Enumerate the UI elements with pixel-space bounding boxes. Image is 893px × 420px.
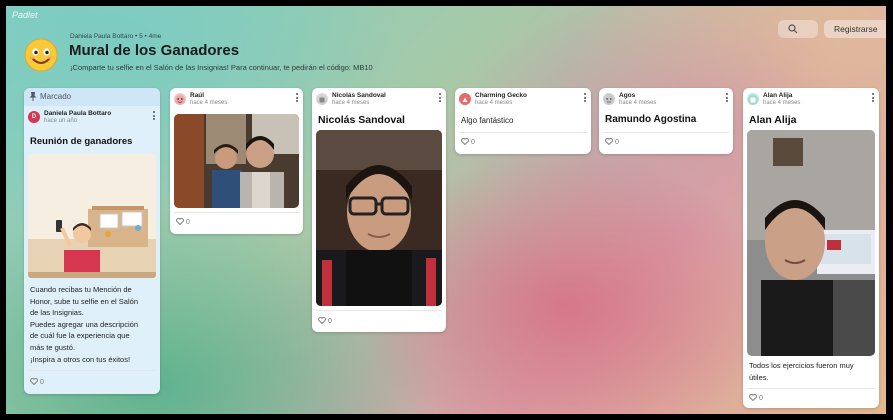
heart-icon bbox=[749, 393, 757, 402]
like-count: 0 bbox=[470, 139, 475, 146]
post-header: Alan Alija hace 4 meses bbox=[747, 92, 875, 110]
avatar bbox=[174, 93, 186, 105]
divider bbox=[174, 212, 299, 213]
like-count: 0 bbox=[39, 379, 44, 386]
avatar bbox=[603, 93, 615, 105]
post-card[interactable]: Agos hace 4 meses Ramundo Agostina 0 bbox=[599, 88, 733, 154]
avatar bbox=[316, 93, 328, 105]
avatar bbox=[459, 93, 471, 105]
post-body: Todos los ejercicios fueron muy útiles. bbox=[749, 360, 854, 383]
post-timestamp: hace 4 meses bbox=[190, 100, 228, 106]
post-timestamp: hace 4 meses bbox=[332, 100, 370, 106]
heart-icon bbox=[605, 137, 613, 146]
divider bbox=[603, 132, 729, 133]
search-icon bbox=[788, 24, 798, 34]
like-count: 0 bbox=[758, 395, 763, 402]
heart-icon bbox=[176, 217, 184, 226]
post-photo bbox=[316, 130, 442, 306]
more-options-icon[interactable] bbox=[295, 93, 299, 103]
pinned-label: Marcado bbox=[40, 92, 72, 101]
like-button[interactable]: 0 bbox=[461, 137, 475, 146]
post-author: Raúl bbox=[190, 92, 205, 99]
body-line: útiles. bbox=[749, 372, 769, 382]
post-body: Algo fantástico bbox=[461, 116, 514, 125]
post-author: Charming Gecko bbox=[475, 92, 528, 99]
post-title: Ramundo Agostina bbox=[605, 114, 697, 125]
search-button[interactable] bbox=[778, 20, 818, 38]
board-meta: Daniela Paula Bottaro • 5 • 4me bbox=[70, 33, 162, 40]
post-header: Charming Gecko hace 4 meses bbox=[459, 92, 587, 110]
like-button[interactable]: 0 bbox=[605, 137, 619, 146]
heart-icon bbox=[30, 377, 38, 386]
like-button[interactable]: 0 bbox=[318, 316, 332, 325]
post-title: Nicolás Sandoval bbox=[318, 114, 405, 126]
more-options-icon[interactable] bbox=[725, 93, 729, 103]
post-author: Agos bbox=[619, 92, 636, 99]
post-card[interactable]: Charming Gecko hace 4 meses Algo fantást… bbox=[455, 88, 591, 154]
post-timestamp: hace 4 meses bbox=[475, 100, 513, 106]
post-timestamp: hace 4 meses bbox=[763, 100, 801, 106]
body-line: Honor, sube tu selfie en el Salón bbox=[30, 296, 138, 306]
divider bbox=[747, 388, 875, 389]
like-count: 0 bbox=[185, 219, 190, 226]
body-line: más te gustó. bbox=[30, 342, 76, 352]
more-options-icon[interactable] bbox=[871, 93, 875, 103]
body-line: Puedes agregar una descripción bbox=[30, 319, 138, 329]
post-card[interactable]: Nicolás Sandoval hace 4 meses Nicolás Sa… bbox=[312, 88, 446, 332]
more-options-icon[interactable] bbox=[438, 93, 442, 103]
post-header: Raúl hace 4 meses bbox=[174, 92, 299, 110]
divider bbox=[28, 370, 156, 371]
like-count: 0 bbox=[614, 139, 619, 146]
more-options-icon[interactable] bbox=[583, 93, 587, 103]
register-button[interactable]: Registrarse bbox=[824, 20, 886, 38]
post-header: D Daniela Paula Bottaro hace un año bbox=[28, 110, 156, 128]
post-body: Cuando recibas tu Mención de Honor, sube… bbox=[30, 284, 138, 365]
divider bbox=[316, 310, 442, 311]
post-title: Alan Alija bbox=[749, 114, 797, 126]
post-photo bbox=[747, 130, 875, 356]
body-line: de las Insignias. bbox=[30, 308, 84, 318]
post-card[interactable]: Raúl hace 4 meses 0 bbox=[170, 88, 303, 234]
padlet-logo[interactable]: Padlet bbox=[12, 10, 38, 20]
board-title: Mural de los Ganadores bbox=[69, 42, 240, 59]
body-line: ¡Inspira a otros con tus éxitos! bbox=[30, 354, 131, 364]
post-header: Nicolás Sandoval hace 4 meses bbox=[316, 92, 442, 110]
pin-icon bbox=[29, 92, 37, 101]
post-card[interactable]: Alan Alija hace 4 meses Alan Alija Todos… bbox=[743, 88, 879, 408]
like-count: 0 bbox=[327, 318, 332, 325]
body-line: Cuando recibas tu Mención de bbox=[30, 285, 132, 294]
heart-icon bbox=[461, 137, 469, 146]
post-author: Alan Alija bbox=[763, 92, 793, 99]
heart-icon bbox=[318, 316, 326, 325]
like-button[interactable]: 0 bbox=[176, 217, 190, 226]
pinned-post-card[interactable]: Marcado D Daniela Paula Bottaro hace un … bbox=[24, 88, 160, 394]
post-photo bbox=[174, 114, 299, 208]
pinned-section-header: Marcado bbox=[24, 88, 160, 106]
like-button[interactable]: 0 bbox=[749, 393, 763, 402]
post-timestamp: hace un año bbox=[44, 118, 78, 124]
post-illustration bbox=[28, 154, 156, 278]
avatar: D bbox=[28, 111, 40, 123]
post-title: Reunión de ganadores bbox=[30, 136, 133, 147]
post-author: Daniela Paula Bottaro bbox=[44, 110, 112, 117]
board-description: ¡Comparte tu selfie en el Salón de las I… bbox=[70, 63, 373, 72]
body-line: Todos los ejercicios fueron muy bbox=[749, 361, 854, 370]
post-header: Agos hace 4 meses bbox=[603, 92, 729, 110]
post-author: Nicolás Sandoval bbox=[332, 92, 386, 99]
post-timestamp: hace 4 meses bbox=[619, 100, 657, 106]
like-button[interactable]: 0 bbox=[30, 377, 44, 386]
body-line: de cuál fue la experiencia que bbox=[30, 331, 130, 341]
avatar bbox=[747, 93, 759, 105]
smiley-emoji-icon bbox=[24, 38, 58, 72]
divider bbox=[459, 132, 587, 133]
padlet-board: Padlet Daniela Paula Bottaro • 5 • 4me M… bbox=[6, 6, 886, 414]
more-options-icon[interactable] bbox=[152, 111, 156, 121]
